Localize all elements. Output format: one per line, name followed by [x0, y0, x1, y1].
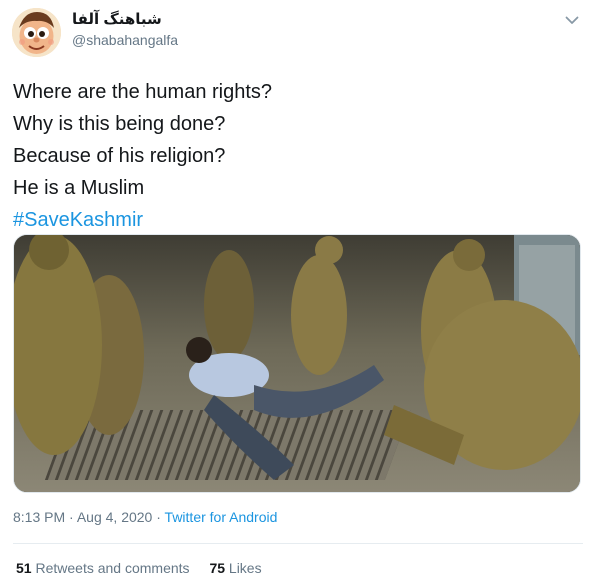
tweet-photo[interactable]	[13, 234, 581, 493]
meta-separator: ·	[69, 509, 74, 525]
author-handle[interactable]: @shabahangalfa	[72, 32, 178, 48]
retweets-label: Retweets and comments	[35, 560, 190, 576]
tweet-line: Where are the human rights?	[13, 81, 273, 103]
meta-separator: ·	[156, 509, 161, 525]
tweet-line: Because of his religion?	[13, 145, 226, 167]
likes-stat[interactable]: 75 Likes	[209, 560, 261, 576]
tweet-stats: 51 Retweets and comments 75 Likes	[16, 560, 278, 576]
chevron-down-icon[interactable]	[562, 10, 582, 30]
tweet-line: Why is this being done?	[13, 113, 226, 135]
avatar-cartoon-icon	[12, 8, 61, 57]
tweet-text: Where are the human rights? Why is this …	[13, 76, 272, 236]
street-scene-photo	[14, 235, 580, 492]
tweet-time[interactable]: 8:13 PM	[13, 509, 65, 525]
tweet-source-link[interactable]: Twitter for Android	[165, 509, 278, 525]
tweet-card: شباهنگ آلفا @shabahangalfa Where are the…	[0, 0, 596, 587]
author-display-name[interactable]: شباهنگ آلفا	[72, 10, 162, 28]
avatar[interactable]	[12, 8, 61, 57]
likes-count: 75	[209, 560, 226, 576]
hashtag-link[interactable]: #SaveKashmir	[13, 209, 143, 231]
tweet-line: He is a Muslim	[13, 177, 145, 199]
divider	[13, 543, 583, 544]
tweet-meta: 8:13 PM · Aug 4, 2020 · Twitter for Andr…	[13, 509, 277, 525]
retweets-count: 51	[16, 560, 32, 576]
tweet-date[interactable]: Aug 4, 2020	[77, 509, 153, 525]
likes-label: Likes	[228, 560, 262, 576]
retweets-stat[interactable]: 51 Retweets and comments	[16, 560, 190, 576]
